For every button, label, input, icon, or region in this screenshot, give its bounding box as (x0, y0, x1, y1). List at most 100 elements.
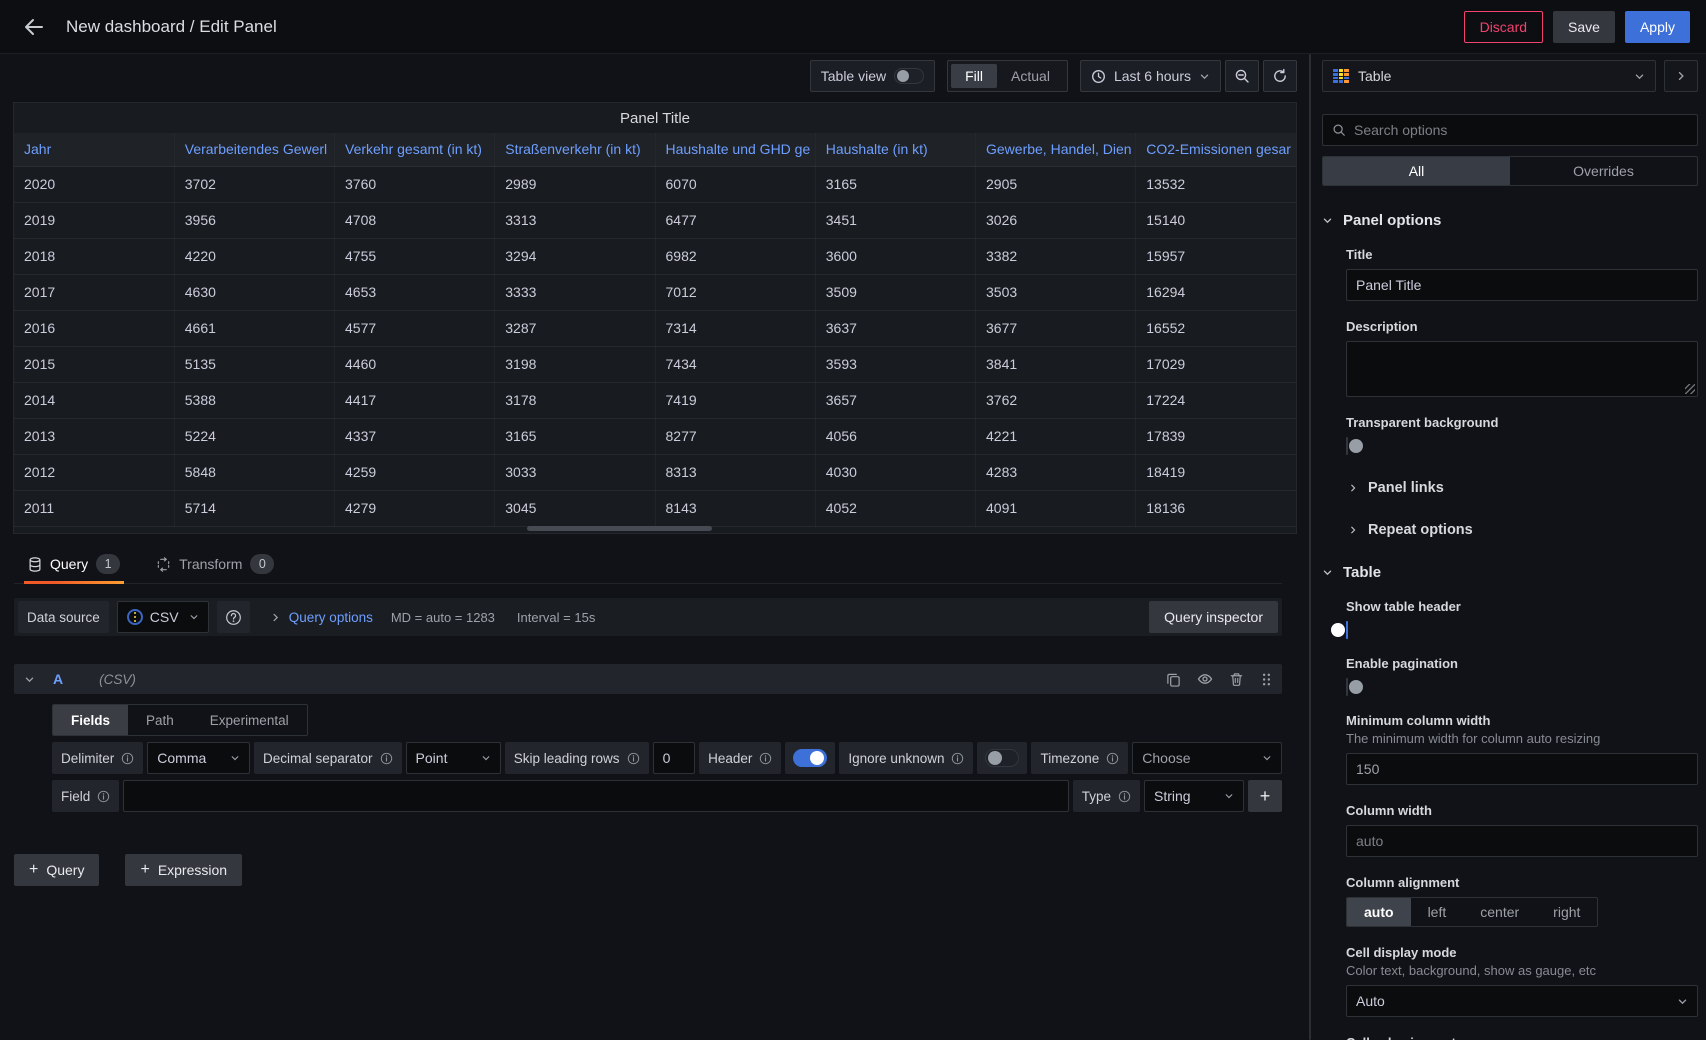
collapse-pane-button[interactable] (1664, 60, 1698, 92)
column-header[interactable]: Jahr (14, 133, 174, 166)
search-options-input[interactable]: Search options (1322, 114, 1698, 146)
query-ref-name: A (53, 671, 63, 687)
save-button[interactable]: Save (1553, 11, 1615, 43)
eye-icon[interactable] (1197, 671, 1213, 687)
apply-button[interactable]: Apply (1625, 11, 1690, 43)
cell-value-inspect-label: Cell value inspect (1346, 1035, 1698, 1040)
decimal-separator-select[interactable]: Point (406, 742, 501, 774)
chevron-down-icon (1262, 753, 1272, 763)
panel-links-section[interactable]: Panel links (1348, 480, 1698, 496)
table-cell: 3451 (815, 202, 975, 238)
table-cell: 3026 (976, 202, 1136, 238)
tab-transform[interactable]: Transform 0 (152, 554, 278, 583)
type-select[interactable]: String (1144, 780, 1244, 812)
chevron-down-icon (230, 753, 240, 763)
cell-display-mode-select[interactable]: Auto (1346, 985, 1698, 1017)
horizontal-scrollbar[interactable] (527, 526, 712, 531)
query-options-toggle[interactable]: Query options (289, 610, 373, 625)
actual-option[interactable]: Actual (997, 64, 1064, 88)
show-table-header-toggle[interactable] (1346, 621, 1348, 639)
table-row: 201646614577328773143637367716552 (14, 310, 1296, 346)
timezone-label: Timezone (1031, 742, 1128, 774)
table-cell: 2016 (14, 310, 174, 346)
zoom-out-button[interactable] (1225, 60, 1259, 92)
drag-handle-icon[interactable] (1260, 671, 1272, 687)
table-cell: 5388 (174, 382, 334, 418)
visualization-picker[interactable]: Table (1322, 60, 1656, 92)
table-cell: 4653 (335, 274, 495, 310)
panel-options-section: Panel options Title Panel Title Descript… (1322, 212, 1698, 538)
chevron-down-icon (1322, 567, 1333, 578)
table-cell: 4259 (335, 454, 495, 490)
column-width-input[interactable]: auto (1346, 825, 1698, 857)
datasource-help-button[interactable] (217, 601, 250, 633)
column-header[interactable]: Verkehr gesamt (in kt) (335, 133, 495, 166)
header-toggle[interactable] (793, 749, 827, 767)
description-textarea[interactable] (1346, 341, 1698, 397)
table-cell: 17224 (1136, 382, 1296, 418)
column-header[interactable]: CO2-Emissionen gesar (1136, 133, 1296, 166)
table-row: 201453884417317874193657376217224 (14, 382, 1296, 418)
add-field-button[interactable]: + (1248, 780, 1282, 812)
ignore-unknown-toggle[interactable] (985, 749, 1019, 767)
table-view-toggle[interactable] (894, 68, 924, 84)
skip-leading-rows-input[interactable]: 0 (653, 742, 696, 774)
tab-overrides[interactable]: Overrides (1510, 157, 1697, 185)
column-header[interactable]: Gewerbe, Handel, Dien (976, 133, 1136, 166)
table-cell: 3637 (815, 310, 975, 346)
query-card-header[interactable]: A (CSV) (14, 664, 1282, 694)
tab-experimental[interactable]: Experimental (192, 705, 307, 735)
tab-all[interactable]: All (1323, 157, 1510, 185)
tab-query[interactable]: Query 1 (24, 554, 124, 583)
duplicate-icon[interactable] (1166, 671, 1181, 687)
table-cell: 4056 (815, 418, 975, 454)
plus-icon: + (29, 861, 38, 879)
transparent-background-toggle[interactable] (1346, 437, 1348, 455)
add-query-button[interactable]: + Query (14, 854, 99, 886)
column-header[interactable]: Straßenverkehr (in kt) (495, 133, 655, 166)
table-cell: 4052 (815, 490, 975, 526)
pane-splitter[interactable] (1306, 54, 1314, 1040)
table-cell: 3503 (976, 274, 1136, 310)
repeat-options-section[interactable]: Repeat options (1348, 522, 1698, 538)
query-inspector-button[interactable]: Query inspector (1149, 601, 1278, 633)
min-column-width-input[interactable]: 150 (1346, 753, 1698, 785)
table-cell: 4630 (174, 274, 334, 310)
column-header[interactable]: Verarbeitendes Gewerl (174, 133, 334, 166)
arrow-left-icon (23, 16, 45, 38)
column-header[interactable]: Haushalte (in kt) (815, 133, 975, 166)
alignment-center[interactable]: center (1463, 898, 1536, 926)
discard-button[interactable]: Discard (1464, 11, 1543, 43)
trash-icon[interactable] (1229, 671, 1244, 687)
panel-title-input[interactable]: Panel Title (1346, 269, 1698, 301)
refresh-button[interactable] (1263, 60, 1297, 92)
time-range-picker[interactable]: Last 6 hours (1080, 60, 1221, 92)
field-name-input[interactable] (123, 780, 1068, 812)
enable-pagination-toggle[interactable] (1346, 678, 1348, 696)
datasource-picker[interactable]: CSV (117, 601, 209, 633)
description-label: Description (1346, 319, 1698, 334)
transform-count-badge: 0 (250, 554, 274, 574)
table-cell: 6477 (655, 202, 815, 238)
table-cell: 4337 (335, 418, 495, 454)
delimiter-select[interactable]: Comma (147, 742, 250, 774)
add-expression-button[interactable]: + Expression (125, 854, 242, 886)
table-cell: 18136 (1136, 490, 1296, 526)
chevron-down-icon (1224, 791, 1234, 801)
grafana-edit-panel: New dashboard / Edit Panel Discard Save … (0, 0, 1706, 1040)
table-options-header[interactable]: Table (1322, 564, 1698, 581)
tab-fields[interactable]: Fields (53, 705, 128, 735)
table-cell: 2014 (14, 382, 174, 418)
panel-options-header[interactable]: Panel options (1322, 212, 1698, 229)
table-header-row: JahrVerarbeitendes GewerlVerkehr gesamt … (14, 133, 1296, 166)
table-cell: 3509 (815, 274, 975, 310)
tab-path[interactable]: Path (128, 705, 192, 735)
back-button[interactable] (16, 9, 52, 45)
alignment-right[interactable]: right (1536, 898, 1597, 926)
timezone-select[interactable]: Choose (1132, 742, 1282, 774)
table-cell: 2011 (14, 490, 174, 526)
column-header[interactable]: Haushalte und GHD ge (655, 133, 815, 166)
alignment-left[interactable]: left (1411, 898, 1464, 926)
fill-option[interactable]: Fill (951, 64, 997, 88)
alignment-auto[interactable]: auto (1347, 898, 1411, 926)
